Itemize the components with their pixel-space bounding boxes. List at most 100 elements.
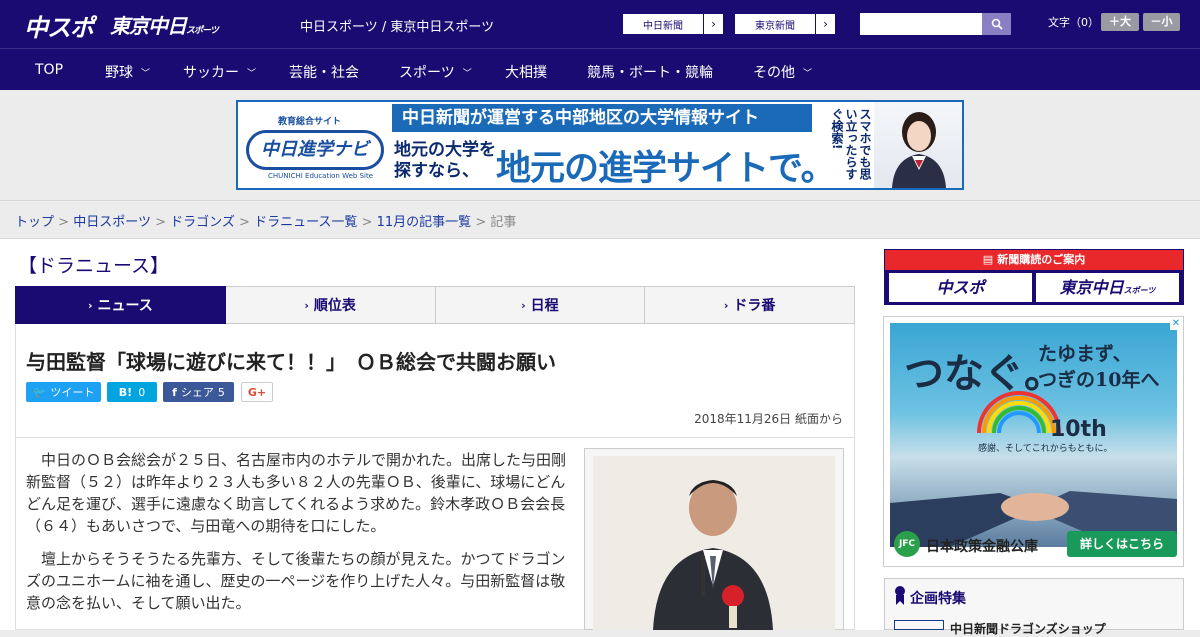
tweet-button[interactable]: 🐦 ツイート xyxy=(26,382,101,402)
breadcrumb-link[interactable]: トップ xyxy=(15,215,54,230)
facebook-share-button[interactable]: f シェア 5 xyxy=(163,382,234,402)
nav-label: その他 xyxy=(753,65,795,81)
article-paragraph: 中日のＯＢ会総会が２５日、名古屋市内のホテルで開かれた。出席した与田剛新監督（５… xyxy=(26,451,567,535)
chevron-down-icon: ﹀ xyxy=(141,68,151,79)
jfc-ad[interactable]: つなぐ。 たゆまず、 つぎの10年へ 10th 感謝、そしてこれからもともに。 J… xyxy=(883,316,1184,567)
breadcrumb-link[interactable]: ドラニュース一覧 xyxy=(254,215,357,230)
nav-label: スポーツ xyxy=(399,65,455,81)
jfc-badge: JFC xyxy=(894,531,920,557)
font-smaller-button[interactable]: －小 xyxy=(1143,13,1180,31)
article-date: 2018年11月26日 紙面から xyxy=(694,412,843,426)
tokyo-shimbun-label: 東京新聞 xyxy=(755,20,795,32)
nav-label: TOP xyxy=(35,62,64,78)
font-size-label: 文字（0） xyxy=(1048,16,1099,29)
top-header: 中スポ 東京中日スポーツ 中日スポーツ / 東京中日スポーツ 中日新聞 › 東京… xyxy=(0,0,1200,48)
jfc-ad-image: つなぐ。 たゆまず、 つぎの10年へ 10th 感謝、そしてこれからもともに。 xyxy=(890,323,1177,547)
chevron-right-icon: › xyxy=(304,298,309,312)
breadcrumb-link[interactable]: ドラゴンズ xyxy=(170,215,235,230)
banner-logo-area: 教育総合サイト 中日進学ナビ CHUNICHI Education Web Si… xyxy=(238,102,388,188)
subscription-header-label: 新聞購読のご案内 xyxy=(997,253,1086,266)
article-paragraph: 壇上からそうそうたる先輩方、そして後輩たちの顔が見えた。かつてドラゴンズのユニホ… xyxy=(26,550,566,612)
subscription-box: ▤ 新聞購読のご案内 中スポ 東京中日スポーツ xyxy=(884,249,1184,305)
breadcrumb-current: 記事 xyxy=(490,215,517,230)
tokyo-chunichi-logo[interactable]: 東京中日スポーツ xyxy=(110,10,219,39)
breadcrumb: トップ > 中日スポーツ > ドラゴンズ > ドラニュース一覧 > 11月の記事… xyxy=(15,211,516,230)
nav-item-other[interactable]: その他 ﹀ xyxy=(753,62,812,82)
jfc-ad-line2: たゆまず、 つぎの10年へ xyxy=(1038,341,1159,393)
hatena-count: 0 xyxy=(138,385,146,399)
subscribe-tokyo-label: 東京中日 xyxy=(1059,278,1124,297)
subscribe-tokyo-chunichi-button[interactable]: 東京中日スポーツ xyxy=(1036,273,1179,302)
chevron-right-icon: › xyxy=(723,298,729,312)
close-icon[interactable]: ✕ xyxy=(1170,318,1182,330)
manager-photo xyxy=(593,456,835,630)
chevron-right-icon: › xyxy=(521,298,526,312)
facebook-count: 5 xyxy=(217,385,225,399)
nav-item-soccer[interactable]: サッカー ﹀ xyxy=(183,62,256,82)
tab-standings[interactable]: › 順位表 xyxy=(225,286,436,324)
tab-label: 日程 xyxy=(530,298,559,314)
subscribe-chuspo-button[interactable]: 中スポ xyxy=(889,273,1032,302)
tab-news[interactable]: › ニュース xyxy=(15,286,226,331)
tab-label: ニュース xyxy=(97,298,153,314)
twitter-icon: 🐦 xyxy=(32,385,47,399)
feature-thumbnail[interactable] xyxy=(894,620,944,630)
breadcrumb-link[interactable]: 中日スポーツ xyxy=(73,215,151,230)
feature-title: 企画特集 xyxy=(910,591,966,607)
search-input[interactable] xyxy=(860,13,982,35)
site-names: 中日スポーツ / 東京中日スポーツ xyxy=(300,20,495,35)
tokyo-logo-suffix: スポーツ xyxy=(186,26,219,36)
chevron-down-icon: ﹀ xyxy=(803,68,813,79)
chuspo-logo[interactable]: 中スポ xyxy=(24,8,94,43)
breadcrumb-separator: > xyxy=(58,215,70,230)
tokyo-logo-text: 東京中日 xyxy=(110,14,187,38)
nav-item-entertainment[interactable]: 芸能・社会 xyxy=(289,62,359,82)
facebook-icon: f xyxy=(172,385,177,399)
article-photo[interactable] xyxy=(593,456,835,630)
search-icon xyxy=(991,18,1003,30)
chevron-right-icon: › xyxy=(87,298,93,312)
nav-item-top[interactable]: TOP xyxy=(35,62,63,78)
banner-vertical-text: スマホでも思い立ったらすぐ検索! xyxy=(830,108,872,180)
section-title: 【ドラニュース】 xyxy=(18,255,170,277)
nav-label: 大相撲 xyxy=(505,65,547,81)
feature-item[interactable]: 中日新聞ドラゴンズショップ xyxy=(950,620,1106,637)
facebook-label: シェア xyxy=(180,386,214,399)
nav-item-racing[interactable]: 競馬・ボート・競輪 xyxy=(587,62,713,82)
nav-item-sports[interactable]: スポーツ ﹀ xyxy=(399,62,472,82)
student-figure xyxy=(892,112,946,188)
tab-schedule[interactable]: › 日程 xyxy=(435,286,646,324)
jfc-details-button[interactable]: 詳しくはこちら xyxy=(1067,531,1177,557)
jfc-ad-anniversary: 10th xyxy=(1050,417,1107,442)
tab-reporter[interactable]: › ドラ番 xyxy=(645,286,855,324)
breadcrumb-link[interactable]: 11月の記事一覧 xyxy=(377,215,472,230)
ribbon-icon xyxy=(895,586,905,605)
font-larger-button[interactable]: ＋大 xyxy=(1101,13,1139,31)
nav-label: サッカー xyxy=(183,65,239,81)
newspaper-icon: ▤ xyxy=(982,253,994,266)
chevron-right-icon: › xyxy=(815,14,835,34)
tokyo-shimbun-link[interactable]: 東京新聞 › xyxy=(734,13,836,35)
banner-logo-tagline: 教育総合サイト xyxy=(278,117,342,127)
nav-item-sumo[interactable]: 大相撲 xyxy=(505,62,547,82)
search-button[interactable] xyxy=(982,13,1011,35)
hatena-bookmark-button[interactable]: B! 0 xyxy=(107,382,157,402)
breadcrumb-separator: > xyxy=(475,215,487,230)
breadcrumb-separator: > xyxy=(361,215,373,230)
banner-student-photo xyxy=(874,102,962,188)
chunichi-shimbun-link[interactable]: 中日新聞 › xyxy=(622,13,724,35)
jfc-ad-line2-text: たゆまず、 xyxy=(1038,343,1132,365)
banner-ad[interactable]: 教育総合サイト 中日進学ナビ CHUNICHI Education Web Si… xyxy=(236,100,964,190)
jfc-company-name: 日本政策金融公庫 xyxy=(926,539,1038,555)
gplus-button[interactable]: G+ xyxy=(241,382,273,402)
jfc-ad-anniversary-sub: 感謝、そしてこれからもともに。 xyxy=(978,444,1113,454)
chevron-down-icon: ﹀ xyxy=(462,68,472,79)
subscription-header: ▤ 新聞購読のご案内 xyxy=(885,250,1183,270)
tab-label: ドラ番 xyxy=(733,298,776,314)
article-body: 中日のＯＢ会総会が２５日、名古屋市内のホテルで開かれた。出席した与田剛新監督（５… xyxy=(26,449,572,625)
banner-big-text: 地元の進学サイトで。 xyxy=(496,149,836,189)
banner-headline: 中日新聞が運営する中部地区の大学情報サイト xyxy=(392,104,812,132)
banner-small-text: 地元の大学を 探すなら、 xyxy=(394,140,496,181)
nav-label: 芸能・社会 xyxy=(289,65,359,81)
nav-item-baseball[interactable]: 野球 ﹀ xyxy=(105,62,150,82)
